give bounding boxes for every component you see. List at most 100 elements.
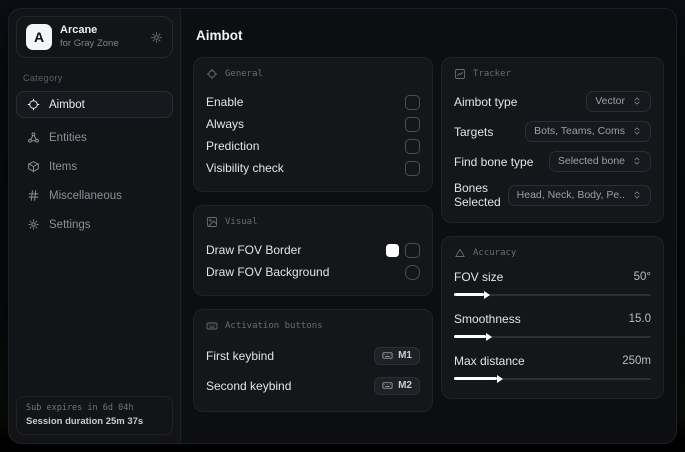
category-label: Category bbox=[23, 73, 63, 83]
row-label: Smoothness bbox=[454, 312, 521, 326]
aimbot-type-dropdown[interactable]: Vector bbox=[586, 91, 651, 112]
section-title: Visual bbox=[225, 217, 258, 227]
bones-selected-dropdown[interactable]: Head, Neck, Body, Pe.. bbox=[507, 184, 651, 206]
row-label: Max distance bbox=[454, 354, 525, 368]
brand-card: A Arcane for Gray Zone bbox=[16, 16, 173, 58]
app-logo: A bbox=[26, 24, 52, 50]
activation-buttons-card: Activation buttons First keybind M1 Seco… bbox=[193, 309, 433, 412]
row-label: Draw FOV Border bbox=[206, 243, 302, 257]
keybind-value: M1 bbox=[398, 350, 412, 361]
dropdown-value: Selected bone bbox=[557, 155, 625, 167]
prediction-checkbox[interactable] bbox=[405, 138, 420, 154]
setting-row-find-bone-type: Find bone type Selected bone bbox=[454, 151, 651, 172]
row-label: Draw FOV Background bbox=[206, 265, 330, 279]
setting-row-draw-fov-background: Draw FOV Background bbox=[206, 261, 420, 283]
keybind-value: M2 bbox=[398, 380, 412, 391]
row-label: Aimbot type bbox=[454, 94, 518, 109]
sidebar-item-label: Miscellaneous bbox=[49, 189, 122, 202]
row-label: Always bbox=[206, 117, 245, 131]
keyboard-icon bbox=[382, 352, 393, 359]
row-label: Bones Selected bbox=[454, 181, 501, 209]
row-label: FOV size bbox=[454, 270, 504, 284]
visibility-check-checkbox[interactable] bbox=[405, 160, 420, 176]
accuracy-card: Accuracy FOV size 50° Smoothness 15.0 Ma… bbox=[441, 236, 664, 399]
sidebar-item-aimbot[interactable]: Aimbot bbox=[16, 91, 173, 118]
chevron-up-down-icon bbox=[634, 157, 640, 165]
brand-subtitle: for Gray Zone bbox=[60, 38, 119, 50]
section-title: General bbox=[225, 69, 263, 79]
setting-row-second-keybind: Second keybind M2 bbox=[206, 373, 420, 399]
draw-fov-border-checkbox[interactable] bbox=[405, 242, 420, 258]
fov-size-setting: FOV size 50° bbox=[454, 270, 651, 300]
find-bone-type-dropdown[interactable]: Selected bone bbox=[548, 151, 651, 172]
row-label: Targets bbox=[454, 124, 494, 139]
crosshair-icon bbox=[206, 68, 218, 80]
max-distance-setting: Max distance 250m bbox=[454, 354, 651, 384]
setting-row-draw-fov-border: Draw FOV Border bbox=[206, 239, 420, 261]
sidebar-item-label: Entities bbox=[49, 131, 87, 144]
triangle-icon bbox=[455, 248, 465, 257]
gear-icon[interactable] bbox=[150, 31, 163, 44]
enable-checkbox[interactable] bbox=[405, 94, 420, 110]
setting-row-bones-selected: Bones Selected Head, Neck, Body, Pe.. bbox=[454, 181, 651, 209]
brand-text: Arcane for Gray Zone bbox=[60, 24, 119, 50]
sidebar-item-settings[interactable]: Settings bbox=[16, 211, 173, 238]
keyboard-icon bbox=[206, 322, 218, 330]
sidebar-item-label: Aimbot bbox=[49, 98, 85, 111]
fov-border-color-swatch[interactable] bbox=[386, 243, 399, 257]
box-icon bbox=[28, 161, 39, 173]
section-title: Activation buttons bbox=[225, 321, 323, 331]
smoothness-slider[interactable] bbox=[454, 331, 651, 342]
keyboard-icon bbox=[382, 382, 393, 389]
row-label: Second keybind bbox=[206, 379, 292, 393]
row-label: Enable bbox=[206, 95, 244, 109]
sidebar-item-entities[interactable]: Entities bbox=[16, 124, 173, 151]
setting-row-targets: Targets Bots, Teams, Coms bbox=[454, 121, 651, 142]
sub-expiry-text: Sub expires in 6d 04h bbox=[26, 403, 134, 413]
chevron-up-down-icon bbox=[634, 191, 640, 198]
main-panel: Aimbot General Enable Always Prediction … bbox=[181, 9, 676, 443]
slider-thumb[interactable] bbox=[483, 290, 490, 299]
page-title: Aimbot bbox=[196, 28, 243, 43]
sidebar: A Arcane for Gray Zone Category Aimbot E… bbox=[9, 9, 181, 443]
app-window: A Arcane for Gray Zone Category Aimbot E… bbox=[8, 8, 677, 444]
trend-chart-icon bbox=[455, 69, 465, 79]
tracker-card: Tracker Aimbot type Vector Targets Bots,… bbox=[441, 57, 664, 223]
always-checkbox[interactable] bbox=[405, 116, 420, 132]
chevron-up-down-icon bbox=[634, 127, 640, 135]
first-keybind-button[interactable]: M1 bbox=[374, 347, 420, 365]
targets-dropdown[interactable]: Bots, Teams, Coms bbox=[525, 121, 651, 142]
gear-icon bbox=[28, 219, 39, 230]
section-title: Tracker bbox=[473, 69, 511, 79]
fov-size-slider[interactable] bbox=[454, 289, 651, 300]
session-duration-text: Session duration 25m 37s bbox=[26, 416, 144, 427]
dropdown-value: Bots, Teams, Coms bbox=[534, 125, 625, 137]
setting-row-visibility-check: Visibility check bbox=[206, 157, 420, 179]
max-distance-value: 250m bbox=[622, 355, 651, 367]
row-label: Prediction bbox=[206, 139, 260, 153]
brand-title: Arcane bbox=[60, 24, 98, 37]
slider-thumb[interactable] bbox=[485, 332, 492, 341]
second-keybind-button[interactable]: M2 bbox=[374, 377, 420, 395]
smoothness-value: 15.0 bbox=[628, 313, 651, 325]
chevron-up-down-icon bbox=[634, 97, 640, 105]
general-card: General Enable Always Prediction Visibil… bbox=[193, 57, 433, 192]
setting-row-first-keybind: First keybind M1 bbox=[206, 343, 420, 369]
network-icon bbox=[28, 132, 39, 143]
sidebar-item-miscellaneous[interactable]: Miscellaneous bbox=[16, 182, 173, 209]
dropdown-value: Vector bbox=[595, 95, 625, 107]
sidebar-item-items[interactable]: Items bbox=[16, 153, 173, 180]
subscription-info: Sub expires in 6d 04h Session duration 2… bbox=[16, 396, 173, 435]
hash-icon bbox=[28, 190, 39, 201]
max-distance-slider[interactable] bbox=[454, 373, 651, 384]
draw-fov-background-checkbox[interactable] bbox=[405, 264, 420, 280]
slider-thumb[interactable] bbox=[497, 374, 504, 383]
crosshair-icon bbox=[27, 98, 40, 111]
sidebar-item-label: Items bbox=[49, 160, 78, 173]
setting-row-enable: Enable bbox=[206, 91, 420, 113]
visual-card: Visual Draw FOV Border Draw FOV Backgrou… bbox=[193, 205, 433, 296]
setting-row-always: Always bbox=[206, 113, 420, 135]
row-label: Visibility check bbox=[206, 161, 284, 175]
row-label: Find bone type bbox=[454, 154, 534, 169]
image-icon bbox=[207, 217, 217, 227]
